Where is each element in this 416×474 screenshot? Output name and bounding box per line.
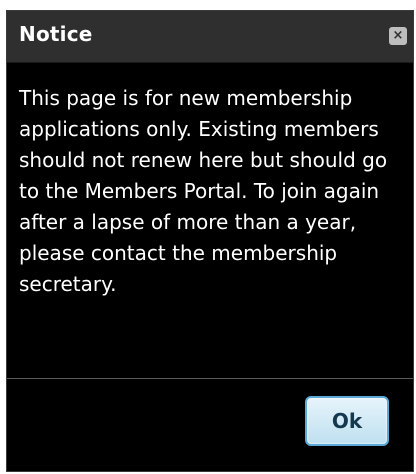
- dialog-divider: [7, 378, 413, 379]
- close-button[interactable]: ×: [389, 27, 407, 45]
- close-icon: ×: [392, 28, 404, 43]
- notice-dialog: Notice × This page is for new membership…: [6, 10, 414, 472]
- dialog-titlebar: Notice ×: [7, 11, 413, 63]
- dialog-message: This page is for new membership applicat…: [19, 86, 388, 296]
- dialog-title: Notice: [19, 22, 93, 46]
- ok-button[interactable]: Ok: [305, 396, 389, 446]
